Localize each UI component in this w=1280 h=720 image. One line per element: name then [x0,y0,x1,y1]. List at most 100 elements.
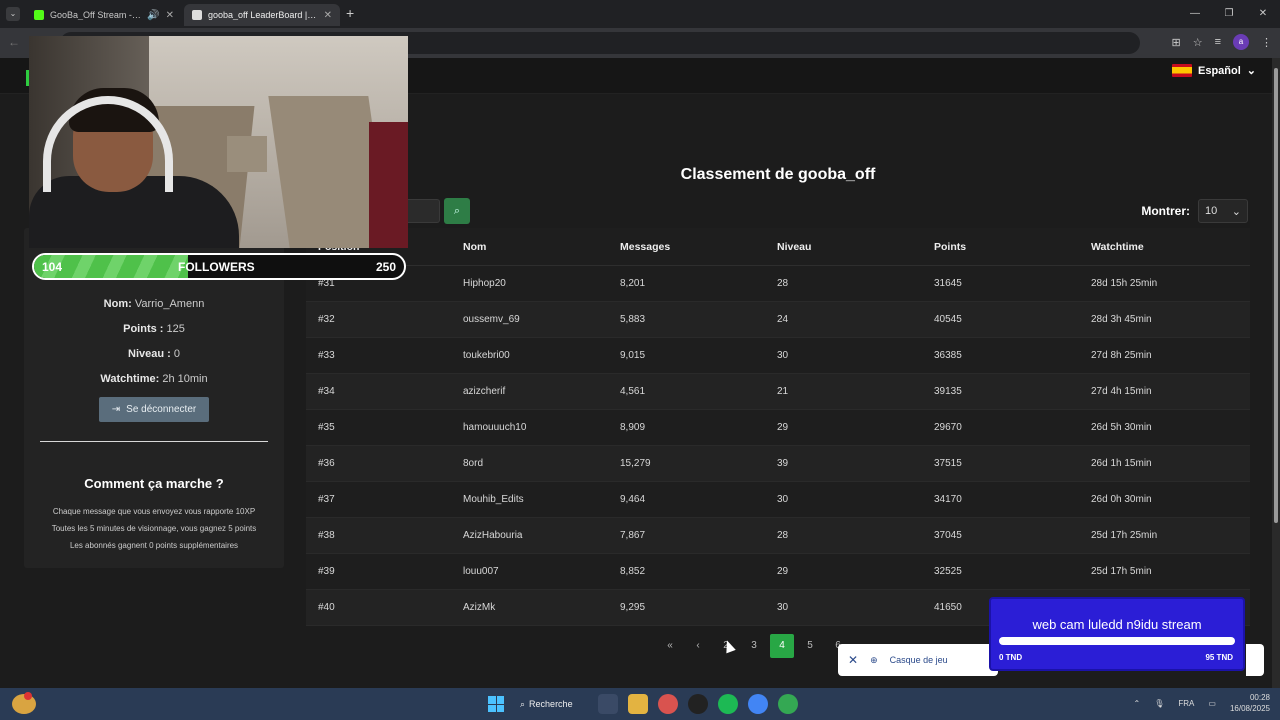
translate-icon[interactable]: ⊞ [1171,36,1180,49]
table-cell: 26d 0h 30min [1091,494,1152,505]
table-cell: #38 [318,530,335,541]
table-cell: 39 [777,458,789,469]
maximize-button[interactable]: ❐ [1212,0,1246,28]
spotify-icon[interactable] [718,694,738,714]
table-cell: #37 [318,494,335,505]
chrome-icon[interactable] [778,694,798,714]
close-window-button[interactable]: ✕ [1246,0,1280,28]
table-cell: 29 [777,566,789,577]
clock[interactable]: 00:28 16/08/2025 [1230,692,1270,714]
menu-icon[interactable]: ⋮ [1261,36,1272,49]
table-row: #31 Hiphop20 8,201 28 31645 28d 15h 25min [306,266,1250,302]
show-select[interactable]: 10 ⌄ [1198,199,1248,223]
table-cell: 8,909 [620,422,646,433]
followers-current: 104 [42,260,63,274]
new-tab-button[interactable]: + [346,5,354,21]
scrollbar[interactable] [1272,58,1280,688]
table-cell: 24 [777,314,789,325]
profile-avatar[interactable]: a [1233,34,1249,50]
logout-label: Se déconnecter [126,404,197,415]
folder-icon[interactable] [628,694,648,714]
back-arrow-icon[interactable]: ← [8,35,20,49]
table-cell: 9,295 [620,602,646,613]
table-cell: toukebri00 [463,350,510,361]
table-cell: 27d 8h 25min [1091,350,1152,361]
user-points: 125 [166,323,185,335]
table-row: #39 louu007 8,852 29 32525 25d 17h 5min [306,554,1250,590]
search-icon: ⌕ [453,205,461,217]
close-icon[interactable]: ✕ [848,653,858,667]
tab-search-icon[interactable]: ⌄ [6,7,20,21]
plus-circle-icon: ⊕ [870,654,878,665]
search-input[interactable] [406,199,440,223]
taskbar-search[interactable]: ⌕ Recherche [520,694,573,714]
table-cell: 37045 [934,530,962,541]
table-cell: 28d 15h 25min [1091,278,1158,289]
media-icon[interactable]: ≡ [1215,36,1221,48]
scrollbar-thumb[interactable] [1274,68,1278,523]
windows-start-icon[interactable] [488,696,504,712]
user-watchtime: 2h 10min [162,373,208,385]
site-icon [192,10,202,20]
input-language[interactable]: FRA [1178,699,1194,708]
table-row: #35 hamouuuch10 8,909 29 29670 26d 5h 30min [306,410,1250,446]
prev-page-button[interactable]: ‹ [684,634,712,658]
table-cell: #33 [318,350,335,361]
donation-goal-widget: web cam luledd n9idu stream 0 TND 95 TND [989,597,1245,671]
user-points-line: Points : 125 [24,323,284,335]
clock-time: 00:28 [1249,693,1270,702]
table-cell: 31645 [934,278,962,289]
close-icon[interactable]: ✕ [324,10,332,21]
table-cell: Hiphop20 [463,278,506,289]
followers-target: 250 [375,260,396,274]
logout-button[interactable]: ⇥ Se déconnecter [99,397,209,422]
column-header[interactable]: Points [934,241,1091,253]
toast-label: Casque de jeu [889,655,948,665]
table-cell: oussemv_69 [463,314,520,325]
user-name: Varrio_Amenn [134,298,205,310]
language-selector[interactable]: Español ⌄ [1171,64,1256,77]
table-row: #37 Mouhib_Edits 9,464 30 34170 26d 0h 30min [306,482,1250,518]
show-control: Montrer: 10 ⌄ [1141,199,1248,223]
task-view-icon[interactable] [598,694,618,714]
page-button-active[interactable]: 4 [770,634,794,658]
close-icon[interactable]: ✕ [166,10,174,21]
level-label: Niveau : [128,348,171,360]
chrome-profile-icon[interactable] [748,694,768,714]
page-button[interactable]: 5 [796,634,824,658]
chevron-down-icon: ⌄ [1231,205,1241,218]
first-page-button[interactable]: « [656,634,684,658]
followers-label: FOLLOWERS [178,260,255,274]
tab-leaderboard[interactable]: gooba_off LeaderBoard | The be ✕ [184,4,340,26]
table-cell: 8,852 [620,566,646,577]
table-body: #31 Hiphop20 8,201 28 31645 28d 15h 25min #32 o… [306,266,1250,626]
star-icon[interactable]: ☆ [1193,36,1203,49]
window-controls: — ❐ ✕ [1178,0,1280,28]
goal-target: 95 TND [1205,653,1233,662]
user-watchtime-line: Watchtime: 2h 10min [24,373,284,385]
microphone-icon[interactable]: 🎙 [1154,699,1164,708]
table-cell: Mouhib_Edits [463,494,524,505]
network-icon[interactable]: ▭ [1208,699,1216,708]
table-cell: 25d 17h 5min [1091,566,1152,577]
table-cell: 26d 5h 30min [1091,422,1152,433]
tab-stream[interactable]: GooBa_Off Stream - Watch 🔊 ✕ [26,4,182,26]
page-button[interactable]: 3 [740,634,768,658]
column-header[interactable]: Nom [463,241,620,253]
tab-title: gooba_off LeaderBoard | The be [208,10,318,20]
user-level-line: Niveau : 0 [24,348,284,360]
column-header[interactable]: Messages [620,241,777,253]
clock-date: 16/08/2025 [1229,704,1270,713]
app-icon[interactable] [688,694,708,714]
how-it-works-title: Comment ça marche ? [84,476,224,491]
divider [40,441,268,442]
chevron-up-icon[interactable]: ⌃ [1134,699,1141,708]
table-cell: AzizHabouria [463,530,523,541]
search-button[interactable]: ⌕ [444,198,470,224]
column-header[interactable]: Watchtime [1091,241,1250,253]
speaker-icon[interactable]: 🔊 [147,10,159,21]
chrome-icon[interactable] [658,694,678,714]
show-value: 10 [1205,205,1218,217]
minimize-button[interactable]: — [1178,0,1212,28]
column-header[interactable]: Niveau [777,241,934,253]
